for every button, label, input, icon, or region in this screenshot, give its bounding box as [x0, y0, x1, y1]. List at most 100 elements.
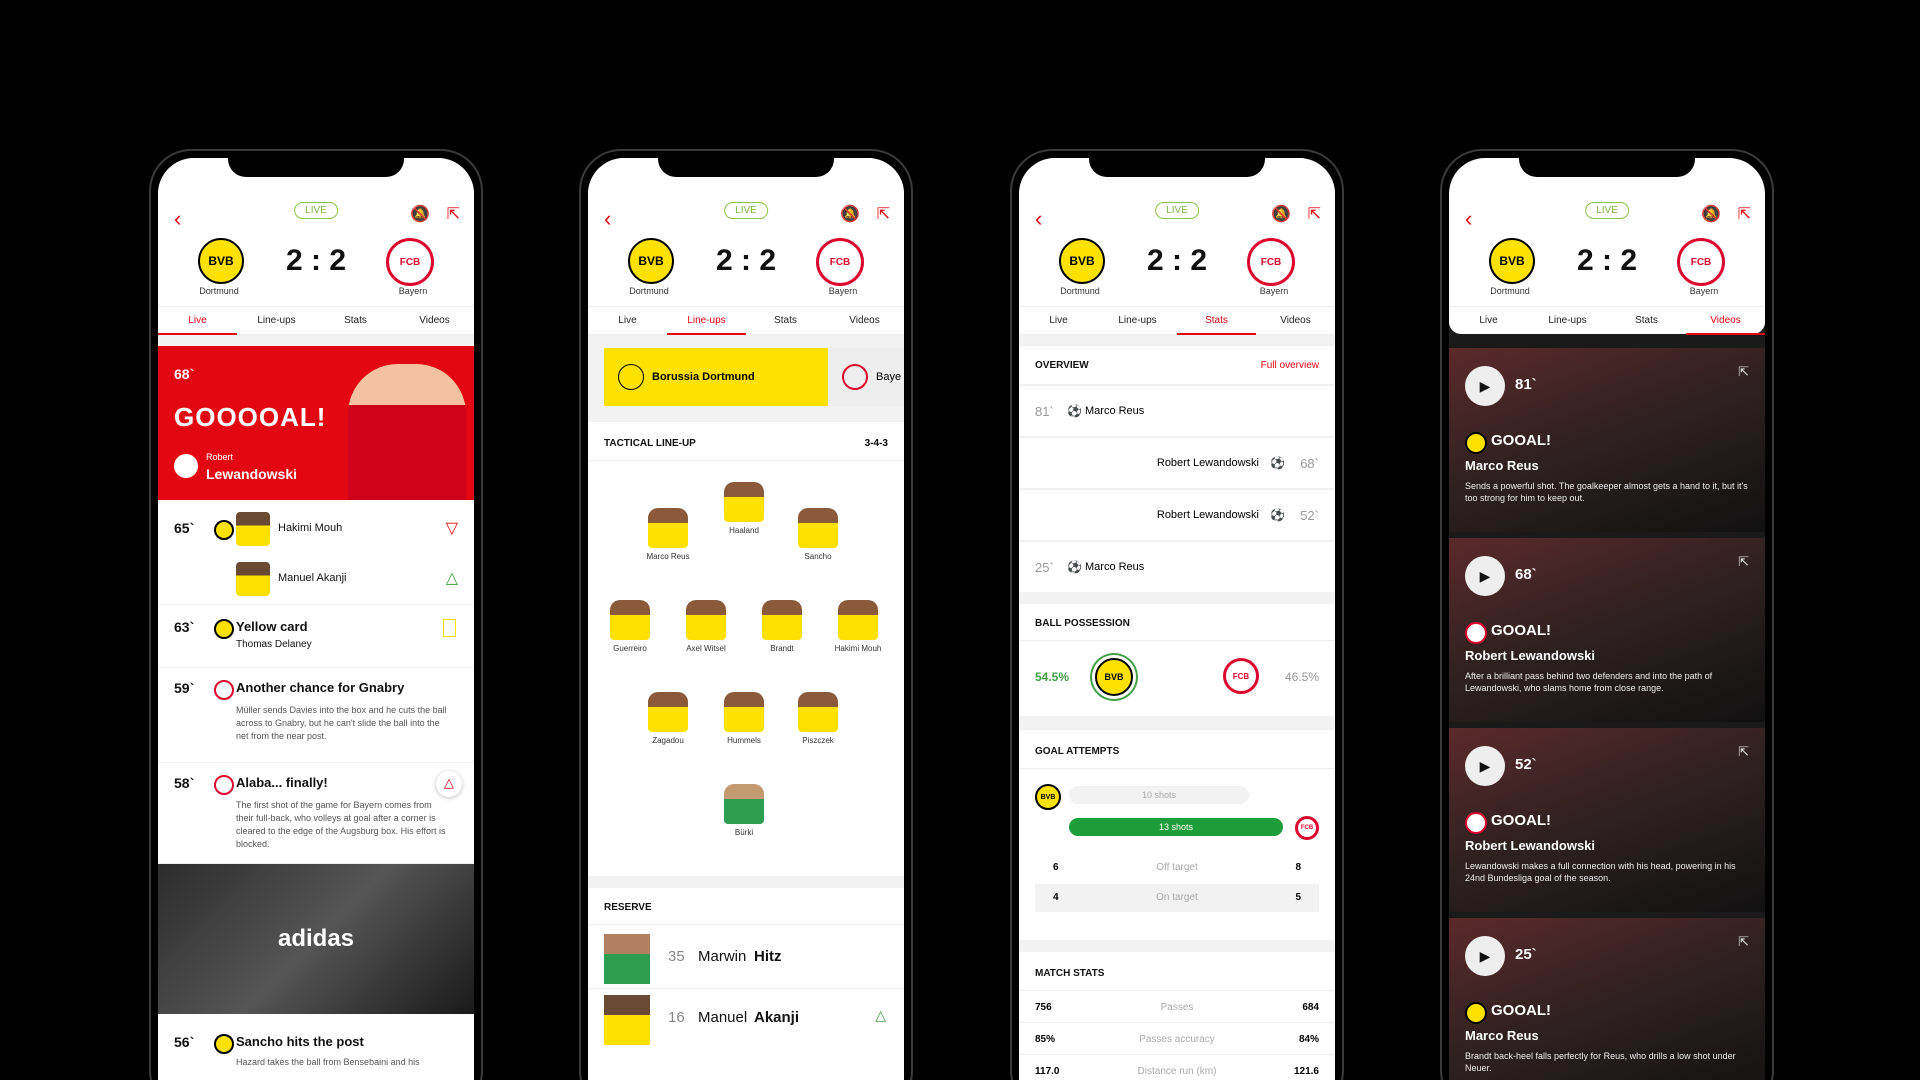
- goal-minute: 52`: [1300, 508, 1319, 523]
- tab-lineups[interactable]: Line-ups: [1098, 307, 1177, 335]
- back-icon[interactable]: ‹: [1465, 206, 1472, 232]
- video-minute: 52`: [1515, 756, 1537, 773]
- video-card[interactable]: ▶ 68` ⇱ GOOAL! Robert Lewandowski After …: [1449, 538, 1765, 722]
- bvb-crest-icon: [214, 1034, 234, 1054]
- bvb-crest-icon: [1465, 432, 1487, 454]
- goal-banner[interactable]: 68` GOOOOAL! Robert Lewandowski: [158, 346, 474, 500]
- back-icon[interactable]: ‹: [174, 206, 181, 232]
- last-name: Hitz: [754, 948, 782, 965]
- goal-minute: 81`: [1035, 404, 1054, 419]
- home-crest: BVB: [1059, 238, 1105, 284]
- player-node[interactable]: Hummels: [714, 692, 774, 745]
- tab-lineups[interactable]: Line-ups: [1528, 307, 1607, 335]
- tab-lineups[interactable]: Line-ups: [667, 307, 746, 335]
- share-icon[interactable]: ⇱: [447, 204, 460, 224]
- substitution-event[interactable]: 65` Hakimi Mouh ▽ Manuel Akanji △: [158, 500, 474, 605]
- overview-goal[interactable]: 81` ⚽ Marco Reus: [1019, 386, 1335, 436]
- player-name: Axel Witsel: [686, 644, 726, 653]
- tab-videos[interactable]: Videos: [825, 307, 904, 335]
- tab-live[interactable]: Live: [1019, 307, 1098, 335]
- tab-videos[interactable]: Videos: [395, 307, 474, 335]
- share-icon[interactable]: ⇱: [1308, 204, 1321, 224]
- bvb-crest-icon: [214, 520, 234, 540]
- tab-stats[interactable]: Stats: [746, 307, 825, 335]
- player-node[interactable]: Zagadou: [638, 692, 698, 745]
- player-node[interactable]: Haaland: [714, 482, 774, 535]
- bell-off-icon[interactable]: 🔕: [1701, 204, 1721, 224]
- share-icon[interactable]: ⇱: [1738, 934, 1749, 950]
- bell-off-icon[interactable]: 🔕: [1271, 204, 1291, 224]
- tab-lineups[interactable]: Line-ups: [237, 307, 316, 335]
- home-name: Dortmund: [629, 286, 669, 296]
- overview-goal[interactable]: Robert Lewandowski ⚽ 52`: [1019, 490, 1335, 540]
- back-icon[interactable]: ‹: [604, 206, 611, 232]
- player-node[interactable]: Piszczek: [788, 692, 848, 745]
- player-node[interactable]: Axel Witsel: [676, 600, 736, 653]
- tab-videos[interactable]: Videos: [1256, 307, 1335, 335]
- tab-stats[interactable]: Stats: [316, 307, 395, 335]
- match-header: ‹ LIVE 🔕 ⇱ BVB FCB Dortmund Bayern 2 : 2…: [158, 158, 474, 335]
- back-icon[interactable]: ‹: [1035, 206, 1042, 232]
- share-icon[interactable]: ⇱: [1738, 554, 1749, 570]
- share-icon[interactable]: ⇱: [1738, 744, 1749, 760]
- bayern-crest-icon: [174, 454, 198, 478]
- tab-stats[interactable]: Stats: [1177, 307, 1256, 335]
- player-name: Marco Reus: [646, 552, 690, 561]
- phone-lineups: ‹ LIVE 🔕 ⇱ BVB FCB Dortmund Bayern 2 : 2…: [579, 149, 913, 1080]
- video-card[interactable]: ▶ 25` ⇱ GOOAL! Marco Reus Brandt back-he…: [1449, 918, 1765, 1080]
- share-icon[interactable]: ⇱: [1738, 364, 1749, 380]
- stat-row: 85% Passes accuracy 84%: [1019, 1024, 1335, 1055]
- stat-away: 684: [1302, 1002, 1319, 1013]
- scroll-up-icon[interactable]: △: [436, 771, 462, 797]
- scorer-last-name: Lewandowski: [206, 466, 298, 482]
- phone-screen: ‹ LIVE 🔕 ⇱ BVB FCB Dortmund Bayern 2 : 2…: [1449, 158, 1765, 1080]
- player-node[interactable]: Guerreiro: [600, 600, 660, 653]
- ball-icon: ⚽: [1270, 456, 1285, 470]
- list-item[interactable]: 16 Manuel Akanji △: [588, 988, 904, 1045]
- player-node[interactable]: Marco Reus: [638, 508, 698, 561]
- post-event[interactable]: 56` Sancho hits the post Hazard takes th…: [158, 1014, 474, 1080]
- tab-live[interactable]: Live: [158, 307, 237, 335]
- player-kit: [798, 692, 838, 732]
- away-crest: FCB: [1677, 238, 1725, 286]
- stat-away: 121.6: [1293, 1066, 1319, 1077]
- bayern-crest-icon: [1465, 812, 1487, 834]
- video-minute: 25`: [1515, 946, 1537, 963]
- scorer: Marco Reus: [1085, 405, 1145, 417]
- player-node[interactable]: Sancho: [788, 508, 848, 561]
- player-node[interactable]: Brandt: [752, 600, 812, 653]
- player-node[interactable]: Hakimi Mouh: [828, 600, 888, 653]
- share-icon[interactable]: ⇱: [1738, 204, 1751, 224]
- player-node[interactable]: Bürki: [714, 784, 774, 837]
- overview-goal[interactable]: Robert Lewandowski ⚽ 68`: [1019, 438, 1335, 488]
- away-name: Bayern: [1259, 286, 1289, 296]
- team-tab-dortmund[interactable]: Borussia Dortmund: [604, 348, 828, 406]
- adidas-ad[interactable]: adidas: [158, 864, 474, 1014]
- bell-off-icon[interactable]: 🔕: [840, 204, 860, 224]
- play-icon[interactable]: ▶: [1465, 936, 1505, 976]
- overview-goal[interactable]: 25` ⚽ Marco Reus: [1019, 542, 1335, 592]
- alaba-event[interactable]: 58` Alaba... finally! The first shot of …: [158, 763, 474, 864]
- video-goal-label: GOOAL!: [1491, 1002, 1551, 1019]
- tab-live[interactable]: Live: [1449, 307, 1528, 335]
- yellow-card-event[interactable]: 63` Yellow card Thomas Delaney: [158, 605, 474, 668]
- list-item[interactable]: 35 Marwin Hitz: [588, 928, 904, 984]
- video-card[interactable]: ▶ 81` ⇱ GOOAL! Marco Reus Sends a powerf…: [1449, 348, 1765, 532]
- tab-live[interactable]: Live: [588, 307, 667, 335]
- tab-stats[interactable]: Stats: [1607, 307, 1686, 335]
- live-badge: LIVE: [724, 202, 768, 219]
- share-icon[interactable]: ⇱: [877, 204, 890, 224]
- chance-event[interactable]: 59` Another chance for Gnabry Müller sen…: [158, 668, 474, 763]
- bell-off-icon[interactable]: 🔕: [410, 204, 430, 224]
- player-name: Guerreiro: [613, 644, 647, 653]
- play-icon[interactable]: ▶: [1465, 556, 1505, 596]
- play-icon[interactable]: ▶: [1465, 366, 1505, 406]
- team-tab-bayern[interactable]: Baye: [828, 348, 904, 406]
- tab-videos[interactable]: Videos: [1686, 307, 1765, 335]
- play-icon[interactable]: ▶: [1465, 746, 1505, 786]
- first-name: Manuel: [698, 1009, 748, 1026]
- video-card[interactable]: ▶ 52` ⇱ GOOAL! Robert Lewandowski Lewand…: [1449, 728, 1765, 912]
- event-subtitle: Thomas Delaney: [236, 639, 312, 650]
- possession-home: 54.5%: [1035, 670, 1070, 684]
- full-overview-link[interactable]: Full overview: [1261, 360, 1319, 371]
